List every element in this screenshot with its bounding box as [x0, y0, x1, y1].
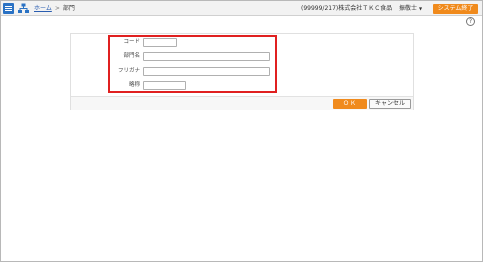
system-exit-button[interactable]: システム終了: [433, 4, 478, 14]
top-bar: ホーム > 部門 (99999/217)株式会社ＴＫＣ食品 振敬士 ▼ システム終了: [1, 1, 482, 16]
breadcrumb-home-link[interactable]: ホーム: [34, 5, 52, 12]
breadcrumb-current: 部門: [62, 5, 75, 12]
breadcrumb: ホーム > 部門: [34, 5, 75, 12]
org-chart-icon: [18, 3, 29, 14]
cancel-button[interactable]: キャンセル: [369, 99, 411, 109]
hamburger-icon[interactable]: [3, 3, 14, 14]
form-footer: ＯＫ キャンセル: [71, 96, 413, 110]
user-menu[interactable]: 振敬士 ▼: [399, 5, 422, 12]
ok-button[interactable]: ＯＫ: [333, 99, 367, 109]
breadcrumb-separator: >: [54, 5, 60, 12]
highlight-box: [108, 35, 277, 93]
caret-down-icon: ▼: [419, 6, 423, 11]
user-name: 振敬士: [399, 5, 418, 12]
question-circle-icon[interactable]: ?: [466, 17, 475, 26]
company-name: (99999/217)株式会社ＴＫＣ食品: [301, 5, 393, 12]
